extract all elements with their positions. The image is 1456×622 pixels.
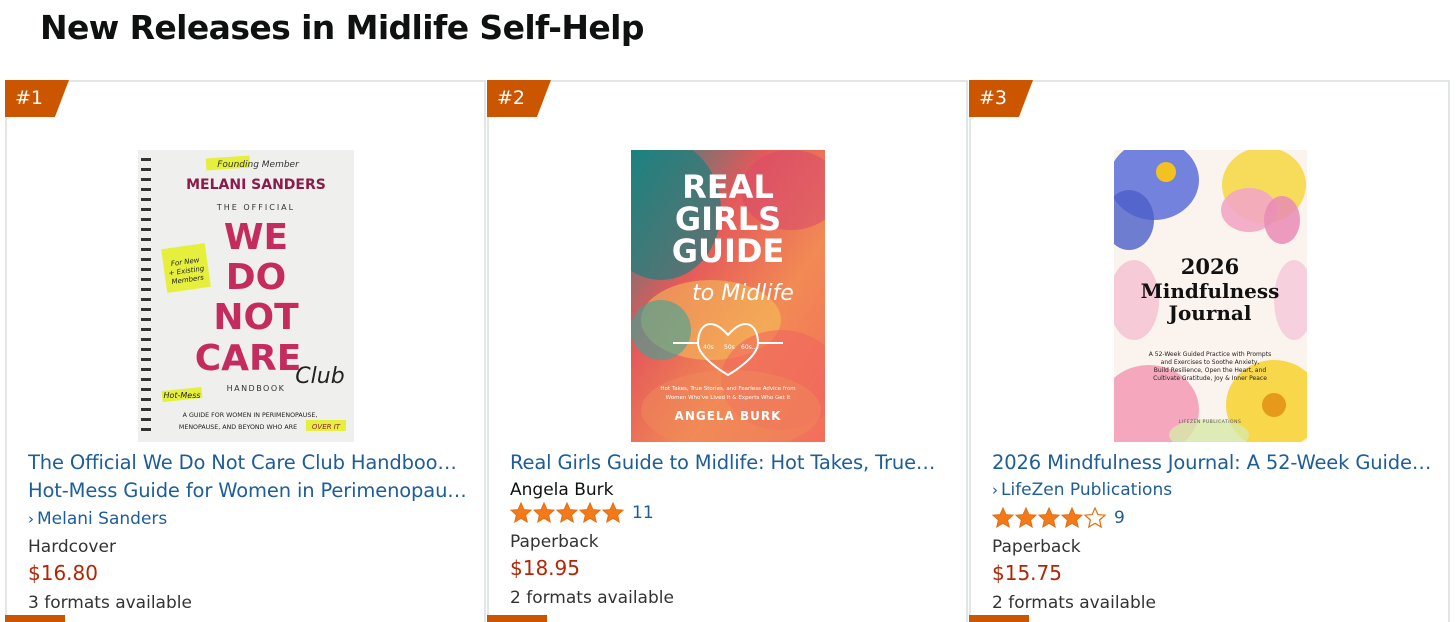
formats-available[interactable]: 2 formats available: [992, 593, 1156, 613]
rating-count[interactable]: 9: [1114, 508, 1125, 528]
svg-text:Hot Takes, True Stories, and F: Hot Takes, True Stories, and Fearless Ad…: [660, 386, 795, 392]
price[interactable]: $18.95: [510, 556, 580, 580]
star-rating-icon: [510, 502, 624, 523]
svg-text:Club: Club: [295, 364, 344, 389]
price[interactable]: $16.80: [28, 561, 98, 585]
book-cover-image[interactable]: 2026 Mindfulness Journal A 52-Week Guide…: [1114, 150, 1307, 442]
svg-text:ANGELA BURK: ANGELA BURK: [675, 409, 782, 423]
svg-text:Build Resilience, Open the Hea: Build Resilience, Open the Heart, and: [1154, 367, 1267, 374]
svg-text:Cultivate Gratitude, Joy & Inn: Cultivate Gratitude, Joy & Inner Peace: [1153, 375, 1267, 382]
star-rating-icon: [992, 507, 1106, 528]
svg-text:WE: WE: [224, 217, 288, 258]
book-cover-image[interactable]: REAL GIRLS GUIDE to Midlife 40s 50s 60s.…: [631, 150, 825, 442]
format-label: Paperback: [510, 532, 599, 552]
svg-text:DO: DO: [226, 257, 287, 298]
page-title: New Releases in Midlife Self-Help: [40, 8, 644, 47]
next-row-rank-badge: [969, 615, 1029, 622]
svg-text:2026: 2026: [1181, 254, 1239, 279]
svg-text:MELANI SANDERS: MELANI SANDERS: [186, 177, 326, 193]
star-rating[interactable]: 9: [992, 507, 1125, 529]
book-cover-image[interactable]: Founding Member MELANI SANDERS THE OFFIC…: [138, 150, 354, 442]
svg-text:Hot-Mess: Hot-Mess: [163, 391, 200, 400]
product-grid: #1 Founding Member MELANI SANDERS THE OF…: [5, 80, 1451, 622]
rating-count[interactable]: 11: [632, 503, 654, 523]
product-title-line: Real Girls Guide to Midlife: Hot Takes, …: [510, 451, 936, 474]
author-link[interactable]: › Melani Sanders: [28, 509, 167, 529]
svg-text:THE OFFICIAL: THE OFFICIAL: [216, 203, 295, 212]
format-label: Paperback: [992, 537, 1081, 557]
svg-text:and Exercises to Soothe Anxiet: and Exercises to Soothe Anxiety,: [1161, 359, 1260, 366]
next-row-rank-badge: [5, 615, 65, 622]
next-row-rank-badge: [487, 615, 547, 622]
svg-text:GUIDE: GUIDE: [672, 232, 785, 270]
svg-text:to Midlife: to Midlife: [692, 281, 794, 306]
author-name: LifeZen Publications: [1001, 480, 1173, 500]
svg-text:50s: 50s: [724, 344, 735, 351]
price[interactable]: $15.75: [992, 561, 1062, 585]
svg-text:NOT: NOT: [213, 297, 299, 338]
svg-text:Founding Member: Founding Member: [217, 160, 300, 170]
svg-text:MENOPAUSE, AND BEYOND WHO ARE: MENOPAUSE, AND BEYOND WHO ARE: [179, 424, 297, 431]
svg-text:40s: 40s: [703, 344, 714, 351]
svg-text:Women Who've Lived It & Expert: Women Who've Lived It & Experts Who Get …: [666, 395, 792, 401]
svg-text:Mindfulness: Mindfulness: [1141, 279, 1280, 303]
svg-text:HANDBOOK: HANDBOOK: [227, 384, 286, 393]
formats-available[interactable]: 3 formats available: [28, 593, 192, 613]
product-title-link[interactable]: 2026 Mindfulness Journal: A 52-Week Guid…: [992, 449, 1432, 477]
svg-text:CARE: CARE: [195, 338, 302, 379]
svg-text:A 52-Week Guided Practice with: A 52-Week Guided Practice with Prompts: [1149, 351, 1271, 358]
product-card-3: #3 2026 Mindfulness Journal A 52-Week Gu…: [969, 80, 1450, 622]
product-card-1: #1 Founding Member MELANI SANDERS THE OF…: [5, 80, 486, 622]
chevron-right-icon: ›: [992, 481, 998, 499]
chevron-right-icon: ›: [28, 510, 34, 528]
format-label: Hardcover: [28, 537, 116, 557]
svg-text:Journal: Journal: [1167, 301, 1252, 325]
product-title-link[interactable]: Real Girls Guide to Midlife: Hot Takes, …: [510, 449, 950, 477]
rank-badge: #2: [487, 80, 551, 117]
svg-text:OVER IT: OVER IT: [312, 423, 341, 431]
rank-badge: #3: [969, 80, 1033, 117]
product-title-line: 2026 Mindfulness Journal: A 52-Week Guid…: [992, 451, 1432, 474]
author-link[interactable]: › LifeZen Publications: [992, 480, 1172, 500]
author-name: Melani Sanders: [37, 509, 168, 529]
formats-available[interactable]: 2 formats available: [510, 588, 674, 608]
product-title-link[interactable]: The Official We Do Not Care Club Handboo…: [28, 449, 468, 505]
product-title-line: Hot-Mess Guide for Women in Perimenopaus…: [28, 479, 468, 502]
svg-text:LIFEZEN PUBLICATIONS: LIFEZEN PUBLICATIONS: [1179, 419, 1242, 425]
author-name: Angela Burk: [510, 480, 614, 500]
product-title-line: The Official We Do Not Care Club Handboo…: [28, 451, 468, 474]
product-card-2: #2 REAL GIRLS GUIDE to Midlife 40s 50s 6…: [487, 80, 968, 622]
svg-text:60s...: 60s...: [741, 344, 758, 351]
star-rating[interactable]: 11: [510, 502, 654, 524]
svg-text:A GUIDE FOR WOMEN IN PERIMENOP: A GUIDE FOR WOMEN IN PERIMENOPAUSE,: [183, 412, 318, 419]
rank-badge: #1: [5, 80, 69, 117]
